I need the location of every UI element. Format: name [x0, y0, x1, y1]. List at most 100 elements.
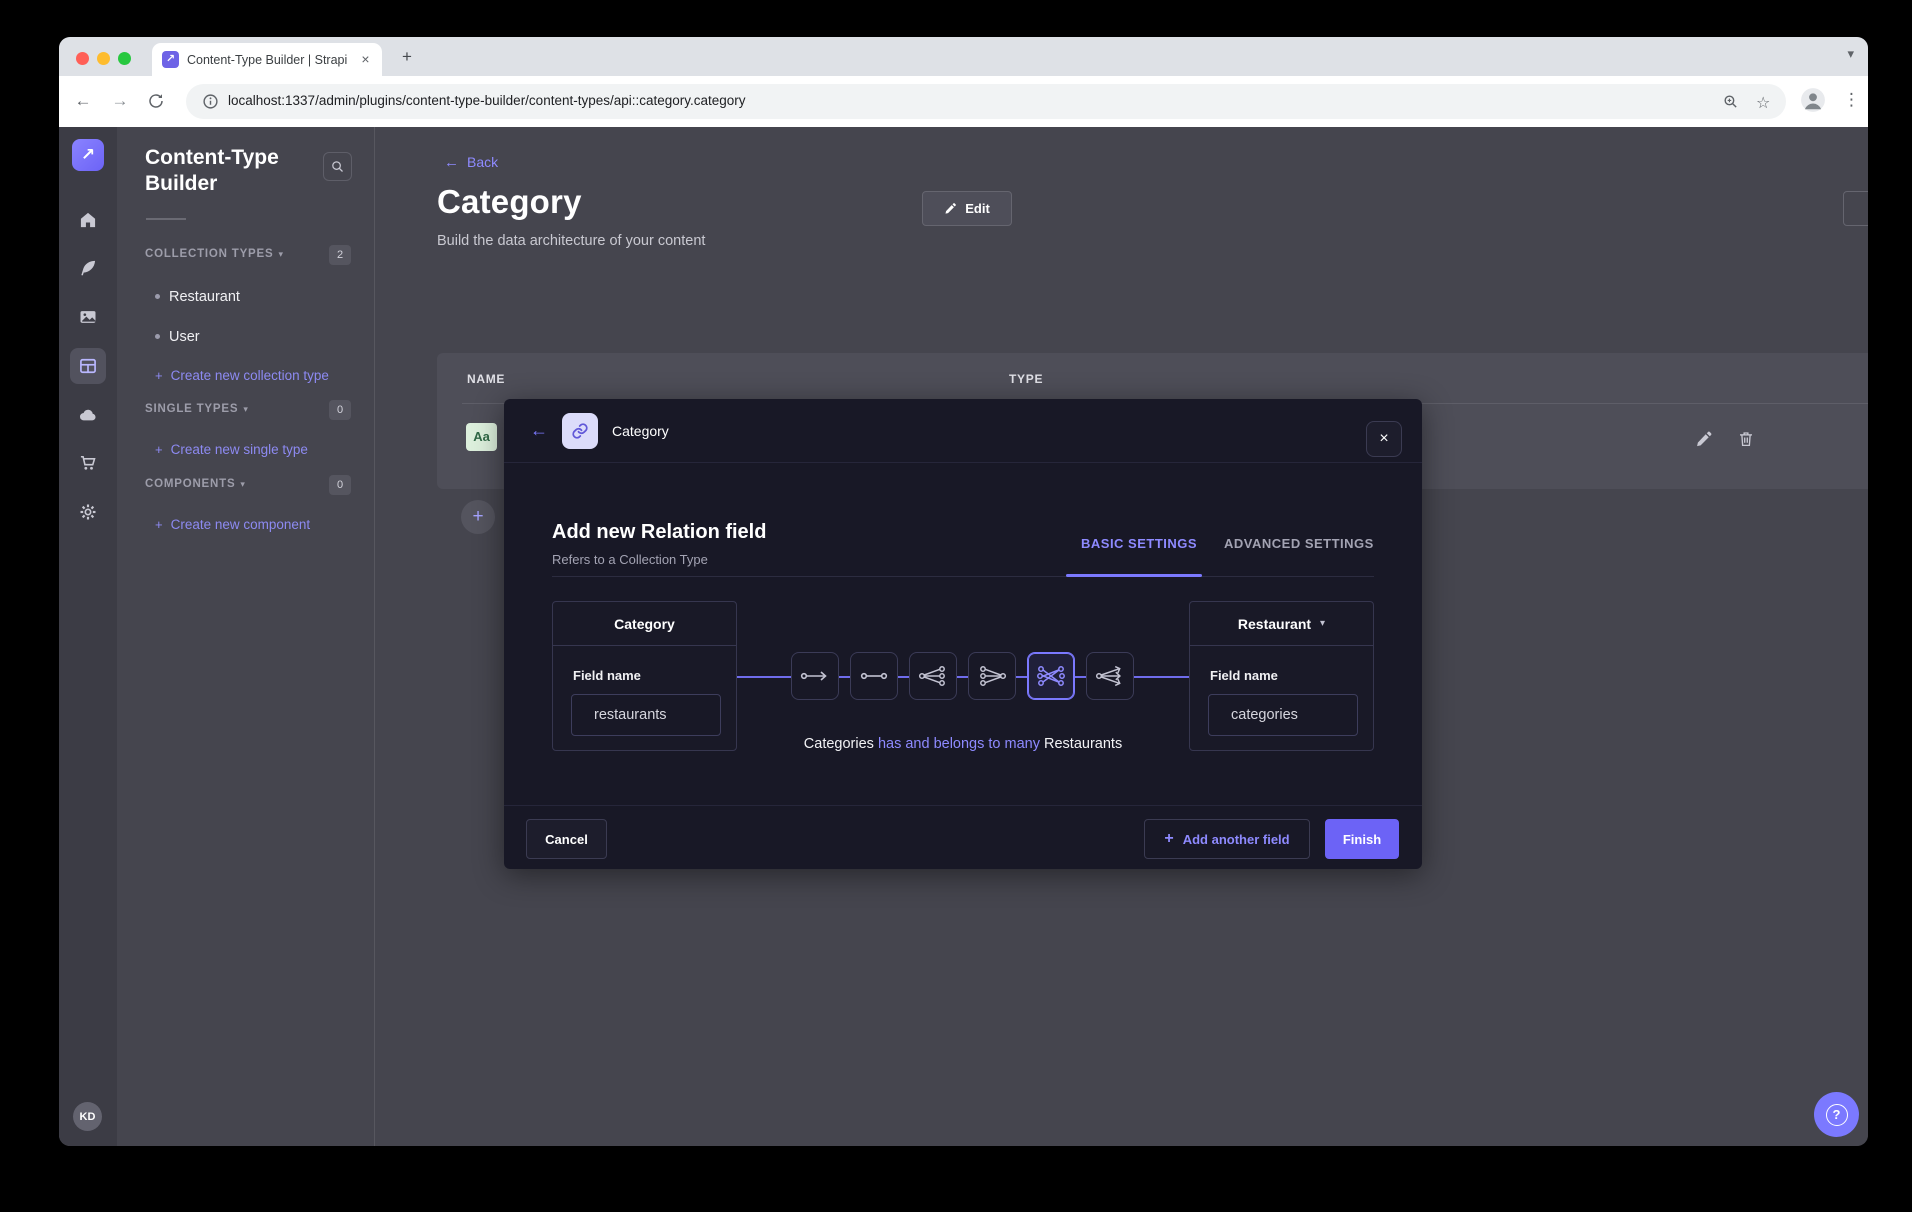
- screen: ↗ Content-Type Builder | Strapi × + ▾ ← …: [0, 0, 1912, 1212]
- tab-advanced-settings[interactable]: ADVANCED SETTINGS: [1224, 536, 1374, 551]
- add-relation-modal: ← Category × Add new Relation field Refe…: [504, 399, 1422, 869]
- user-avatar[interactable]: KD: [73, 1102, 102, 1131]
- add-another-field-button[interactable]: +Add another field: [1843, 191, 1868, 226]
- settings-gear-nav-icon[interactable]: [70, 494, 106, 530]
- url-text: localhost:1337/admin/plugins/content-typ…: [228, 93, 746, 108]
- source-card-title: Category: [553, 602, 736, 646]
- traffic-light-minimize[interactable]: [97, 52, 110, 65]
- section-collection-types[interactable]: COLLECTION TYPES▾: [145, 248, 284, 260]
- bookmark-star-icon[interactable]: ☆: [1756, 93, 1774, 111]
- page-info-icon[interactable]: [202, 93, 220, 111]
- back-nav-icon[interactable]: ←: [70, 88, 96, 114]
- address-field[interactable]: localhost:1337/admin/plugins/content-typ…: [186, 84, 1786, 119]
- target-collection-dropdown[interactable]: Restaurant▾: [1190, 602, 1373, 646]
- back-link[interactable]: ←Back: [444, 154, 498, 171]
- relation-one-to-many-button[interactable]: [909, 652, 957, 700]
- tabs-divider: [552, 576, 1374, 577]
- relation-many-way-button[interactable]: [1086, 652, 1134, 700]
- url-bar: ← → localhost:1337/admin/plugins/content…: [59, 76, 1868, 127]
- plus-icon: +: [155, 368, 163, 383]
- content-manager-nav-icon[interactable]: [70, 250, 106, 286]
- modal-back-icon[interactable]: ←: [530, 420, 548, 441]
- tab-search-chevron-icon[interactable]: ▾: [1847, 46, 1854, 62]
- panel-title: Content-Type Builder: [145, 145, 325, 197]
- strapi-logo-icon[interactable]: ↗: [72, 139, 104, 171]
- edit-button[interactable]: Edit: [922, 191, 1012, 226]
- caret-down-icon: ▾: [1320, 618, 1325, 629]
- tab-strip: ↗ Content-Type Builder | Strapi × + ▾: [59, 37, 1868, 76]
- traffic-light-zoom[interactable]: [118, 52, 131, 65]
- create-collection-type-link[interactable]: +Create new collection type: [155, 368, 329, 383]
- page-subtitle: Build the data architecture of your cont…: [437, 233, 705, 249]
- zoom-indicator-icon[interactable]: [1722, 93, 1740, 111]
- target-field-input[interactable]: categories: [1208, 694, 1358, 736]
- new-tab-button[interactable]: +: [396, 46, 418, 68]
- finish-button[interactable]: Finish: [1325, 819, 1399, 859]
- collection-types-count-badge: 2: [329, 245, 351, 265]
- deploy-cloud-nav-icon[interactable]: [70, 397, 106, 433]
- relation-link-icon: [562, 413, 598, 449]
- forward-nav-icon[interactable]: →: [107, 88, 133, 114]
- edit-field-icon[interactable]: [1695, 430, 1715, 450]
- tab-close-icon[interactable]: ×: [357, 51, 374, 68]
- plus-icon: +: [155, 442, 163, 457]
- relation-one-to-one-button[interactable]: [850, 652, 898, 700]
- marketplace-cart-nav-icon[interactable]: [70, 445, 106, 481]
- traffic-light-close[interactable]: [76, 52, 89, 65]
- question-icon: ?: [1826, 1104, 1848, 1126]
- help-button[interactable]: ?: [1814, 1092, 1859, 1137]
- browser-tab[interactable]: ↗ Content-Type Builder | Strapi ×: [152, 43, 382, 76]
- bullet-icon: [155, 294, 160, 299]
- pencil-icon: [944, 202, 957, 215]
- sidebar-item-restaurant[interactable]: Restaurant: [155, 289, 240, 305]
- relation-one-way-button[interactable]: [791, 652, 839, 700]
- column-header-type: TYPE: [1009, 372, 1043, 386]
- modal-header: ← Category ×: [504, 399, 1422, 463]
- strapi-app: ↗ KD Conten: [59, 127, 1868, 1146]
- components-count-badge: 0: [329, 475, 351, 495]
- search-button[interactable]: [323, 152, 352, 181]
- create-single-type-link[interactable]: +Create new single type: [155, 442, 308, 457]
- modal-subtitle: Refers to a Collection Type: [552, 552, 708, 567]
- browser-window: ↗ Content-Type Builder | Strapi × + ▾ ← …: [59, 37, 1868, 1146]
- tab-basic-settings[interactable]: BASIC SETTINGS: [1081, 536, 1197, 551]
- add-field-circle-button[interactable]: +: [461, 500, 495, 534]
- modal-close-button[interactable]: ×: [1366, 421, 1402, 457]
- source-card: Category Field name restaurants: [552, 601, 737, 751]
- caret-down-icon: ▾: [243, 404, 248, 414]
- caret-down-icon: ▾: [278, 249, 283, 259]
- target-card: Restaurant▾ Field name categories: [1189, 601, 1374, 751]
- modal-title: Add new Relation field: [552, 521, 766, 544]
- back-arrow-icon: ←: [444, 154, 459, 171]
- caret-down-icon: ▾: [240, 479, 245, 489]
- modal-breadcrumb: Category: [612, 423, 669, 439]
- create-component-link[interactable]: +Create new component: [155, 517, 310, 532]
- active-tab-underline: [1066, 574, 1202, 577]
- home-nav-icon[interactable]: [70, 202, 106, 238]
- cancel-button[interactable]: Cancel: [526, 819, 607, 859]
- plus-icon: +: [155, 517, 163, 532]
- source-field-input[interactable]: restaurants: [571, 694, 721, 736]
- section-single-types[interactable]: SINGLE TYPES▾: [145, 403, 249, 415]
- delete-field-icon[interactable]: [1737, 430, 1757, 450]
- single-types-count-badge: 0: [329, 400, 351, 420]
- modal-add-another-field-button[interactable]: +Add another field: [1144, 819, 1310, 859]
- reload-icon[interactable]: [143, 88, 169, 114]
- bullet-icon: [155, 334, 160, 339]
- relation-many-to-many-button[interactable]: [1027, 652, 1075, 700]
- column-header-name: NAME: [467, 372, 505, 386]
- media-library-nav-icon[interactable]: [70, 299, 106, 335]
- relation-many-to-one-button[interactable]: [968, 652, 1016, 700]
- modal-footer: Cancel +Add another field Finish: [504, 805, 1422, 869]
- profile-avatar-icon[interactable]: [1800, 87, 1826, 113]
- content-type-builder-nav-icon[interactable]: [70, 348, 106, 384]
- nav-rail: ↗ KD: [59, 127, 117, 1146]
- title-divider: [146, 218, 186, 220]
- section-components[interactable]: COMPONENTS▾: [145, 478, 246, 490]
- sidebar-item-user[interactable]: User: [155, 329, 200, 345]
- plus-icon: +: [1164, 830, 1173, 848]
- target-field-label: Field name: [1210, 668, 1278, 683]
- field-type-badge: Aa: [466, 423, 497, 451]
- browser-menu-icon[interactable]: ⋮: [1843, 87, 1860, 113]
- strapi-favicon-icon: ↗: [162, 51, 179, 68]
